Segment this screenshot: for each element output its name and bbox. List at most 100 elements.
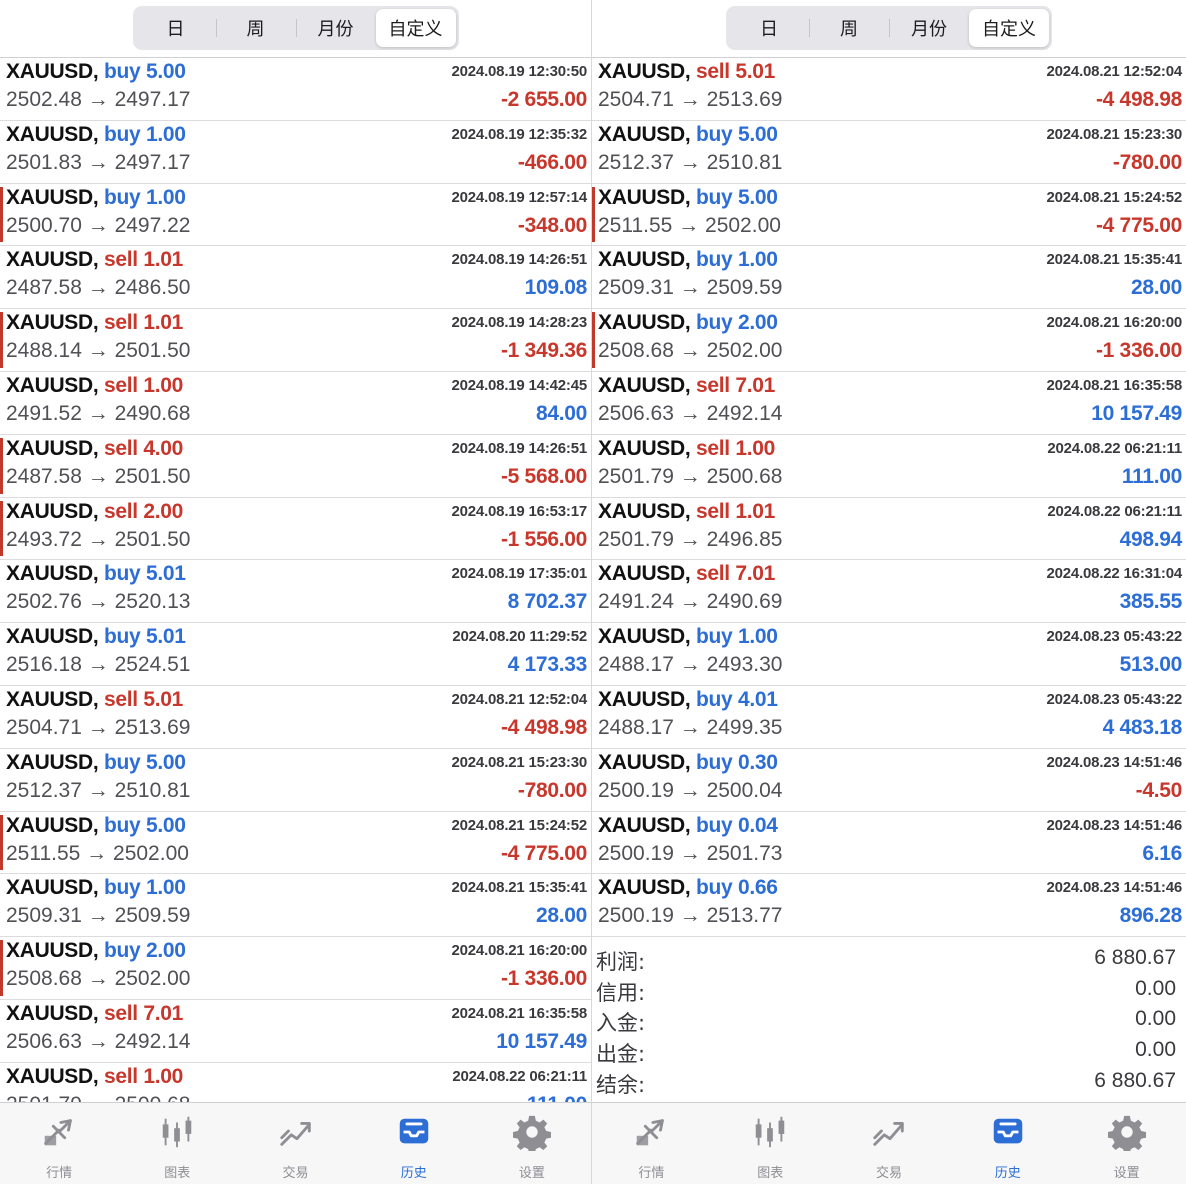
summary-balance-value: 6 880.67 — [1094, 1068, 1176, 1092]
tab-label: 历史 — [400, 1166, 427, 1181]
deal-title: XAUUSD, sell 5.01 — [6, 688, 183, 712]
deal-row[interactable]: XAUUSD, sell 4.00 2487.58 → 2501.50 2024.0… — [0, 435, 591, 498]
deal-profit: -1 336.00 — [500, 967, 587, 991]
deal-profit: -4 498.98 — [1095, 88, 1182, 111]
deal-row[interactable]: XAUUSD, sell 1.01 2501.79 → 2496.85 2024.0… — [592, 498, 1186, 561]
deal-time: 2024.08.23 14:51:46 — [1046, 753, 1183, 771]
deal-price-range: 2508.68 → 2502.00 — [598, 339, 783, 363]
deal-symbol: XAUUSD, — [6, 562, 99, 586]
deal-row[interactable]: XAUUSD, buy 2.00 2508.68 → 2502.00 2024.08… — [0, 937, 591, 1000]
deal-time: 2024.08.19 16:53:17 — [451, 502, 588, 520]
deal-symbol: XAUUSD, — [6, 499, 99, 523]
deal-profit: -5 568.00 — [500, 464, 587, 488]
deal-price-range: 2488.17 → 2499.35 — [598, 715, 783, 739]
segment-day[interactable]: 日 — [729, 9, 809, 47]
deal-volume: 1.00 — [145, 122, 186, 146]
tab-settings[interactable]: 设置 — [1067, 1103, 1186, 1184]
deal-row[interactable]: XAUUSD, buy 4.01 2488.17 → 2499.35 2024.08… — [592, 686, 1186, 749]
deals-list[interactable]: XAUUSD, sell 5.01 2504.71 → 2513.69 2024.0… — [592, 58, 1186, 938]
deal-side: sell — [695, 436, 730, 460]
deal-row[interactable]: XAUUSD, buy 2.00 2508.68 → 2502.00 2024.08… — [592, 309, 1186, 372]
tab-chart[interactable]: 图表 — [118, 1103, 236, 1184]
deal-price-range: 2500.70 → 2497.22 — [6, 213, 191, 237]
deal-symbol: XAUUSD, — [598, 813, 691, 837]
deal-row[interactable]: XAUUSD, sell 7.01 2506.63 → 2492.14 2024.0… — [592, 372, 1186, 435]
deal-time: 2024.08.21 16:20:00 — [451, 942, 588, 960]
tab-trade[interactable]: 交易 — [236, 1103, 354, 1184]
settings-icon — [512, 1113, 551, 1156]
deal-row[interactable]: XAUUSD, buy 0.30 2500.19 → 2500.04 2024.08… — [592, 749, 1186, 812]
app-root: 日周月份 自定义 XAUUSD, buy 5.00 2502.48 → 2497.1… — [0, 0, 1186, 1184]
tab-label: 图表 — [164, 1166, 191, 1181]
deal-row[interactable]: XAUUSD, buy 5.01 2516.18 → 2524.51 2024.08… — [0, 623, 591, 686]
deal-side: sell — [103, 373, 138, 397]
deal-row[interactable]: XAUUSD, buy 5.00 2512.37 → 2510.81 2024.08… — [592, 121, 1186, 184]
deal-title: XAUUSD, buy 2.00 — [6, 939, 186, 963]
tab-quotes[interactable]: 行情 — [0, 1103, 118, 1184]
deal-symbol: XAUUSD, — [598, 311, 691, 335]
tab-quotes[interactable]: 行情 — [592, 1103, 711, 1184]
deal-volume: 1.01 — [143, 311, 184, 335]
segment-month[interactable]: 月份 — [889, 9, 969, 47]
deal-title: XAUUSD, buy 1.00 — [6, 186, 186, 210]
deal-symbol: XAUUSD, — [6, 939, 99, 963]
deal-title: XAUUSD, sell 1.00 — [6, 374, 183, 398]
deal-row[interactable]: XAUUSD, sell 1.00 2501.79 → 2500.68 2024.0… — [592, 435, 1186, 498]
deal-profit: -4 775.00 — [1095, 213, 1182, 237]
deal-title: XAUUSD, buy 5.00 — [6, 751, 186, 775]
deal-side: sell — [695, 373, 730, 397]
deal-side: sell — [103, 687, 138, 711]
segment-day[interactable]: 日 — [136, 9, 216, 47]
deal-row[interactable]: XAUUSD, sell 5.01 2504.71 → 2513.69 2024.0… — [0, 686, 591, 749]
segment-week[interactable]: 周 — [809, 9, 889, 47]
deal-side: sell — [103, 436, 138, 460]
deal-row[interactable]: XAUUSD, buy 1.00 2500.70 → 2497.22 2024.08… — [0, 184, 591, 247]
deal-row[interactable]: XAUUSD, buy 5.00 2511.55 → 2502.00 2024.08… — [0, 812, 591, 875]
deal-title: XAUUSD, sell 1.00 — [598, 437, 775, 461]
history-icon — [989, 1113, 1027, 1156]
deal-row[interactable]: XAUUSD, buy 5.00 2512.37 → 2510.81 2024.08… — [0, 749, 591, 812]
segment-custom[interactable]: 自定义 — [375, 9, 456, 47]
summary-deposit-row: 入金: 0.00 — [592, 1005, 1186, 1036]
deal-row[interactable]: XAUUSD, sell 1.01 2487.58 → 2486.50 2024.0… — [0, 246, 591, 310]
deal-title: XAUUSD, sell 2.00 — [6, 500, 183, 524]
bottom-tab-bar: 行情 图表 交易 历史 设置 — [0, 1102, 591, 1184]
deal-row[interactable]: XAUUSD, buy 5.01 2502.76 → 2520.13 2024.08… — [0, 560, 591, 624]
quotes-icon — [632, 1113, 670, 1156]
deal-row[interactable]: XAUUSD, sell 7.01 2491.24 → 2490.69 2024.0… — [592, 560, 1186, 624]
deal-time: 2024.08.21 12:52:04 — [451, 690, 588, 708]
deal-price-range: 2500.19 → 2513.77 — [598, 904, 783, 928]
tab-history[interactable]: 历史 — [948, 1103, 1067, 1184]
deal-symbol: XAUUSD, — [6, 436, 99, 460]
settings-icon — [1107, 1113, 1146, 1156]
deal-symbol: XAUUSD, — [6, 1064, 99, 1088]
deal-row[interactable]: XAUUSD, buy 5.00 2511.55 → 2502.00 2024.08… — [592, 184, 1186, 247]
tab-settings[interactable]: 设置 — [473, 1103, 591, 1184]
deal-row[interactable]: XAUUSD, buy 0.66 2500.19 → 2513.77 2024.08… — [592, 874, 1186, 938]
segment-custom[interactable]: 自定义 — [969, 9, 1049, 47]
deal-row[interactable]: XAUUSD, sell 7.01 2506.63 → 2492.14 2024.0… — [0, 1000, 591, 1063]
deal-row[interactable]: XAUUSD, sell 5.01 2504.71 → 2513.69 2024.0… — [592, 58, 1186, 121]
deal-profit: 10 157.49 — [496, 1029, 587, 1053]
deal-row[interactable]: XAUUSD, sell 2.00 2493.72 → 2501.50 2024.0… — [0, 498, 591, 561]
deal-row[interactable]: XAUUSD, buy 1.00 2509.31 → 2509.59 2024.08… — [0, 874, 591, 938]
deal-row[interactable]: XAUUSD, buy 1.00 2501.83 → 2497.17 2024.08… — [0, 121, 591, 184]
deals-list[interactable]: XAUUSD, buy 5.00 2502.48 → 2497.17 2024.08… — [0, 58, 591, 1126]
tab-trade[interactable]: 交易 — [830, 1103, 949, 1184]
segment-month[interactable]: 月份 — [295, 9, 376, 47]
tab-label: 图表 — [757, 1166, 784, 1181]
deal-time: 2024.08.23 14:51:46 — [1046, 879, 1183, 897]
segment-week[interactable]: 周 — [215, 9, 296, 47]
tab-chart[interactable]: 图表 — [711, 1103, 830, 1184]
deal-row[interactable]: XAUUSD, buy 1.00 2509.31 → 2509.59 2024.08… — [592, 246, 1186, 310]
deal-profit: -4 498.98 — [500, 715, 587, 739]
deal-symbol: XAUUSD, — [6, 60, 99, 83]
tab-history[interactable]: 历史 — [355, 1103, 473, 1184]
deal-row[interactable]: XAUUSD, buy 0.04 2500.19 → 2501.73 2024.08… — [592, 812, 1186, 875]
deal-row[interactable]: XAUUSD, buy 5.00 2502.48 → 2497.17 2024.08… — [0, 58, 591, 121]
deal-symbol: XAUUSD, — [598, 562, 691, 586]
deal-row[interactable]: XAUUSD, sell 1.00 2491.52 → 2490.68 2024.0… — [0, 372, 591, 435]
deal-row[interactable]: XAUUSD, buy 1.00 2488.17 → 2493.30 2024.08… — [592, 623, 1186, 686]
deal-row[interactable]: XAUUSD, sell 1.01 2488.14 → 2501.50 2024.0… — [0, 309, 591, 372]
deal-time: 2024.08.19 14:28:23 — [451, 314, 588, 332]
